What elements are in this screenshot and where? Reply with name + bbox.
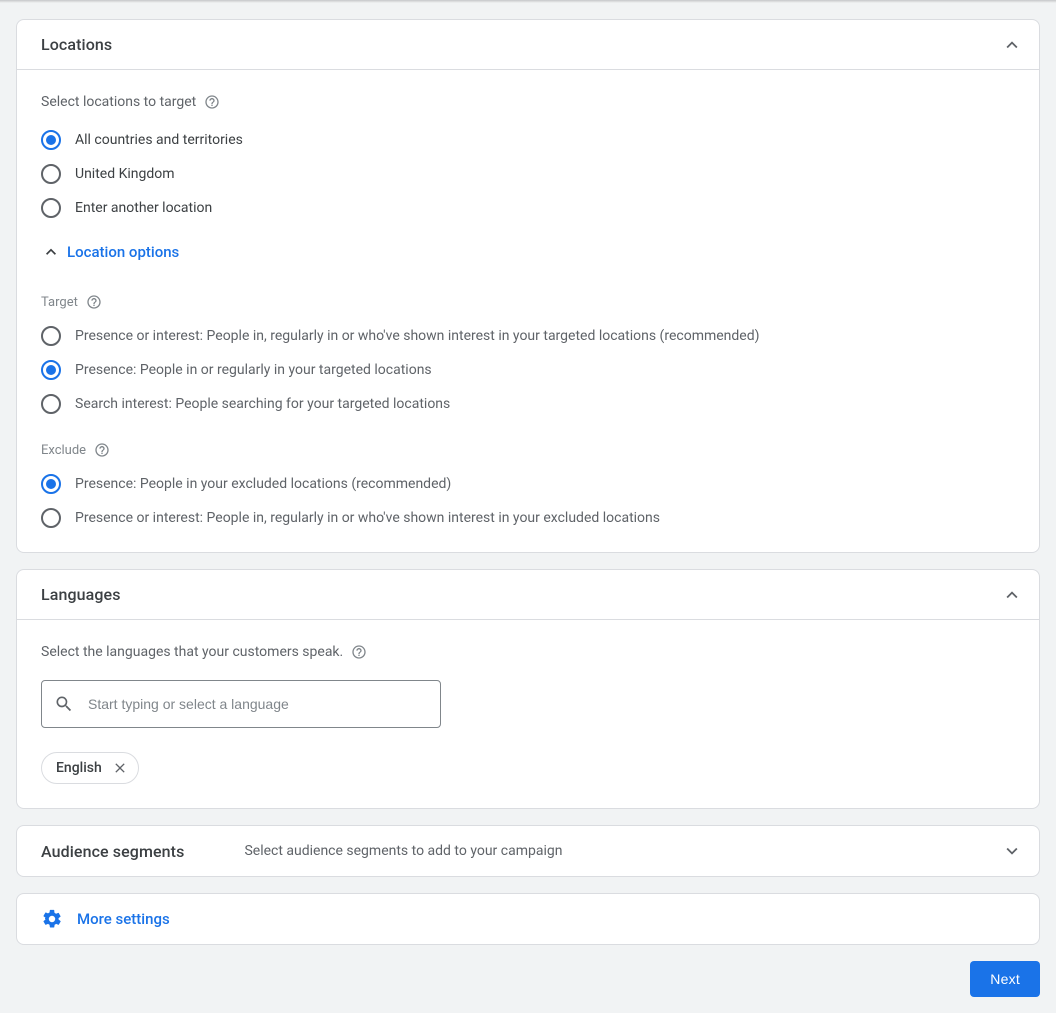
audience-card: Audience segments Select audience segmen…	[16, 825, 1040, 877]
chip-english[interactable]: English	[41, 752, 139, 784]
audience-title: Audience segments	[41, 842, 184, 861]
locations-title: Locations	[41, 35, 112, 54]
audience-subtitle: Select audience segments to add to your …	[244, 843, 1001, 859]
help-icon[interactable]	[204, 94, 220, 110]
radio-target-search-interest[interactable]: Search interest: People searching for yo…	[41, 394, 1015, 414]
search-icon	[54, 694, 74, 714]
radio-target-presence[interactable]: Presence: People in or regularly in your…	[41, 360, 1015, 380]
footer-actions: Next	[16, 961, 1040, 997]
languages-title: Languages	[41, 585, 121, 604]
language-chip-row: English	[41, 752, 1015, 784]
languages-select-label: Select the languages that your customers…	[41, 644, 1015, 660]
next-button[interactable]: Next	[970, 961, 1040, 997]
languages-card: Languages Select the languages that your…	[16, 569, 1040, 809]
audience-header[interactable]: Audience segments Select audience segmen…	[17, 826, 1039, 876]
radio-exclude-presence[interactable]: Presence: People in your excluded locati…	[41, 474, 1015, 494]
radio-target-presence-or-interest[interactable]: Presence or interest: People in, regular…	[41, 326, 1015, 346]
more-settings-toggle[interactable]: More settings	[17, 894, 1039, 944]
more-settings-card: More settings	[16, 893, 1040, 945]
languages-header[interactable]: Languages	[17, 570, 1039, 620]
chevron-down-icon	[1001, 840, 1023, 862]
chevron-up-icon	[1001, 584, 1023, 606]
radio-icon	[41, 508, 61, 528]
radio-icon	[41, 474, 61, 494]
location-options-toggle[interactable]: Location options	[41, 242, 179, 262]
locations-radio-list: All countries and territories United Kin…	[41, 130, 1015, 218]
gear-icon	[41, 908, 63, 930]
radio-icon	[41, 198, 61, 218]
exclude-label: Exclude	[41, 442, 1015, 458]
help-icon[interactable]	[351, 644, 367, 660]
radio-enter-another-location[interactable]: Enter another location	[41, 198, 1015, 218]
languages-body: Select the languages that your customers…	[17, 620, 1039, 808]
language-search-input[interactable]	[86, 695, 428, 713]
radio-icon	[41, 360, 61, 380]
target-radio-list: Presence or interest: People in, regular…	[41, 326, 1015, 414]
radio-exclude-presence-or-interest[interactable]: Presence or interest: People in, regular…	[41, 508, 1015, 528]
radio-all-countries[interactable]: All countries and territories	[41, 130, 1015, 150]
radio-icon	[41, 394, 61, 414]
chevron-up-icon	[1001, 34, 1023, 56]
radio-icon	[41, 164, 61, 184]
help-icon[interactable]	[86, 294, 102, 310]
locations-header[interactable]: Locations	[17, 20, 1039, 70]
locations-select-label: Select locations to target	[41, 94, 1015, 110]
radio-icon	[41, 130, 61, 150]
help-icon[interactable]	[94, 442, 110, 458]
target-label: Target	[41, 294, 1015, 310]
exclude-radio-list: Presence: People in your excluded locati…	[41, 474, 1015, 528]
locations-card: Locations Select locations to target All…	[16, 19, 1040, 553]
radio-icon	[41, 326, 61, 346]
close-icon[interactable]	[112, 760, 128, 776]
language-search-field[interactable]	[41, 680, 441, 728]
locations-body: Select locations to target All countries…	[17, 70, 1039, 552]
radio-united-kingdom[interactable]: United Kingdom	[41, 164, 1015, 184]
